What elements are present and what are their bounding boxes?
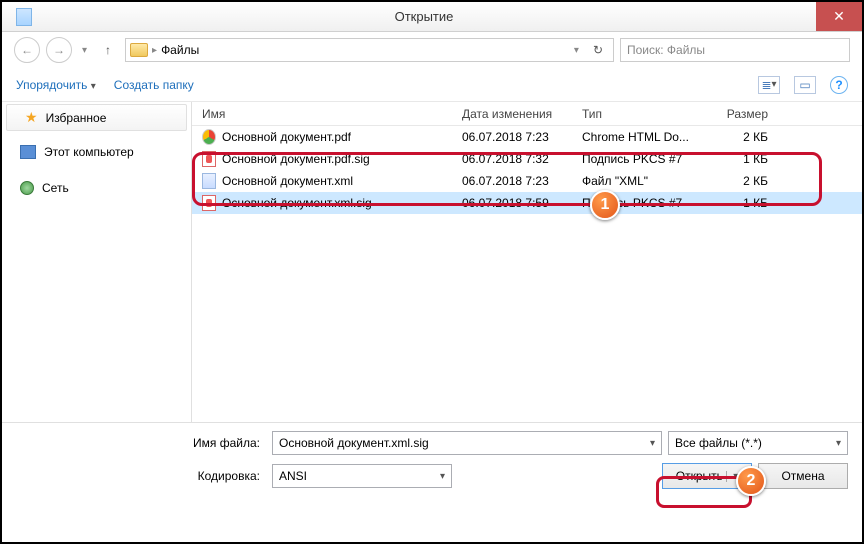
footer: Имя файла: Основной документ.xml.sig ▾ В… [2,422,862,511]
titlebar: Открытие ✕ [2,2,862,32]
sidebar: ★ Избранное Этот компьютер Сеть [2,102,192,422]
file-list: Имя Дата изменения Тип Размер Основной д… [192,102,862,422]
history-dropdown[interactable]: ▾ [78,45,91,56]
organize-menu[interactable]: Упорядочить ▾ [16,78,96,92]
close-button[interactable]: ✕ [816,2,862,31]
file-row[interactable]: Основной документ.pdf.sig 06.07.2018 7:3… [192,148,862,170]
toolbar: Упорядочить ▾ Создать папку ≣ ▾ ▭ ? [2,68,862,102]
window-title: Открытие [32,9,816,24]
sidebar-computer[interactable]: Этот компьютер [2,141,191,163]
col-date[interactable]: Дата изменения [452,107,572,121]
filename-label: Имя файла: [16,436,266,450]
star-icon: ★ [25,109,38,126]
chevron-down-icon[interactable]: ▾ [650,438,655,449]
file-row[interactable]: Основной документ.xml 06.07.2018 7:23 Фа… [192,170,862,192]
filetype-select[interactable]: Все файлы (*.*)▾ [668,431,848,455]
search-input[interactable]: Поиск: Файлы [620,38,850,62]
forward-button[interactable]: → [46,37,72,63]
sidebar-item-label: Этот компьютер [44,145,134,159]
sidebar-network[interactable]: Сеть [2,177,191,199]
cancel-button[interactable]: Отмена [758,463,848,489]
col-type[interactable]: Тип [572,107,714,121]
refresh-button[interactable]: ↻ [587,43,609,57]
path-segment[interactable]: Файлы [161,43,199,57]
sidebar-item-label: Сеть [42,181,69,195]
address-bar[interactable]: ▸ Файлы ▾ ↻ [125,38,614,62]
annotation-badge-1: 1 [590,190,620,220]
signature-icon [202,151,216,167]
file-row[interactable]: Основной документ.pdf 06.07.2018 7:23 Ch… [192,126,862,148]
network-icon [20,181,34,195]
filename-input[interactable]: Основной документ.xml.sig ▾ [272,431,662,455]
sidebar-item-label: Избранное [46,111,107,125]
chrome-icon [202,129,216,145]
nav-bar: ← → ▾ ↑ ▸ Файлы ▾ ↻ Поиск: Файлы [2,32,862,68]
computer-icon [20,145,36,159]
help-button[interactable]: ? [830,76,848,94]
new-folder-button[interactable]: Создать папку [114,78,194,92]
back-button[interactable]: ← [14,37,40,63]
chevron-down-icon: ▾ [440,471,445,482]
view-options-button[interactable]: ≣ ▾ [758,76,780,94]
encoding-select[interactable]: ANSI▾ [272,464,452,488]
preview-pane-button[interactable]: ▭ [794,76,816,94]
col-name[interactable]: Имя [192,107,452,121]
folder-icon [130,43,148,57]
chevron-right-icon: ▸ [152,45,157,56]
app-icon [16,8,32,26]
chevron-down-icon: ▾ [836,438,841,449]
sidebar-favorites[interactable]: ★ Избранное [6,104,187,131]
annotation-badge-2: 2 [736,466,766,496]
path-dropdown[interactable]: ▾ [570,45,583,56]
up-button[interactable]: ↑ [97,39,119,61]
signature-icon [202,195,216,211]
column-headers: Имя Дата изменения Тип Размер [192,102,862,126]
col-size[interactable]: Размер [714,107,784,121]
xml-icon [202,173,216,189]
encoding-label: Кодировка: [16,469,266,483]
search-placeholder: Поиск: Файлы [627,43,705,57]
file-row-selected[interactable]: Основной документ.xml.sig 06.07.2018 7:5… [192,192,862,214]
